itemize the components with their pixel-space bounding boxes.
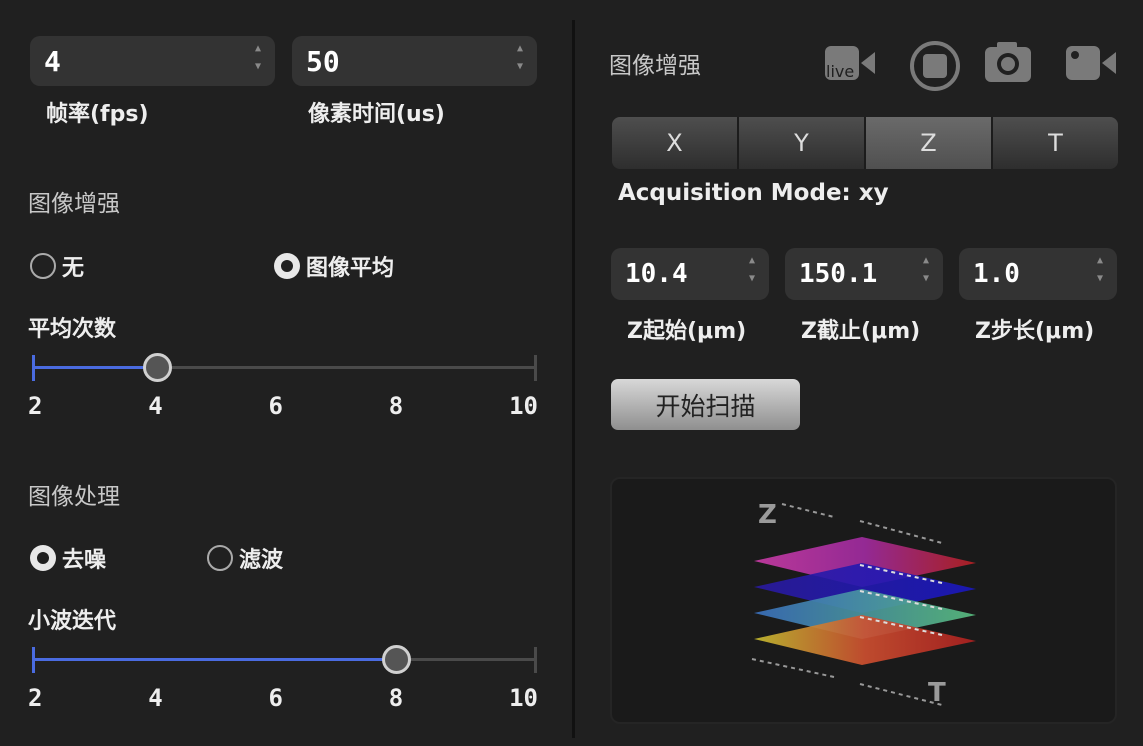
wavelet-iteration-ticks: 2 4 6 8 10 xyxy=(28,684,538,712)
frame-rate-spinbox[interactable]: 4 ▲ ▼ xyxy=(30,36,275,86)
pixel-time-value: 50 xyxy=(306,44,340,78)
average-count-ticks: 2 4 6 8 10 xyxy=(28,392,538,420)
z-start-label: Z起始(μm) xyxy=(627,319,747,344)
z-axis-label: Z xyxy=(758,500,777,530)
tick-label: 10 xyxy=(509,392,538,420)
slider-handle[interactable] xyxy=(382,645,411,674)
radio-circle[interactable] xyxy=(207,545,233,571)
tick-label: 2 xyxy=(28,392,43,420)
z-stack-diagram: Z T xyxy=(751,500,976,708)
radio-filter[interactable]: 滤波 xyxy=(207,542,283,574)
z-step-value: 1.0 xyxy=(973,259,1020,289)
slider-end-right xyxy=(534,647,537,673)
wavelet-iteration-slider[interactable] xyxy=(32,645,537,675)
frame-rate-value: 4 xyxy=(44,44,61,78)
start-scan-button[interactable]: 开始扫描 xyxy=(611,379,800,430)
up-arrow-icon[interactable]: ▲ xyxy=(255,44,261,54)
down-arrow-icon[interactable]: ▼ xyxy=(923,274,929,284)
average-count-slider[interactable] xyxy=(32,353,537,383)
radio-none-label: 无 xyxy=(62,256,85,281)
tick-label: 6 xyxy=(268,392,283,420)
slider-fill xyxy=(32,366,156,369)
tick-label: 10 xyxy=(509,684,538,712)
tab-z[interactable]: Z xyxy=(866,117,993,169)
pixel-time-label: 像素时间(us) xyxy=(308,102,445,127)
slider-handle[interactable] xyxy=(143,353,172,382)
live-text: live xyxy=(826,62,854,81)
down-arrow-icon[interactable]: ▼ xyxy=(749,274,755,284)
radio-denoise[interactable]: 去噪 xyxy=(30,542,106,574)
stack-layer xyxy=(754,615,976,665)
z-step-label: Z步长(μm) xyxy=(975,319,1095,344)
radio-circle-selected[interactable] xyxy=(30,545,56,571)
tick-label: 8 xyxy=(388,392,404,420)
z-step-spinbox[interactable]: 1.0 ▲ ▼ xyxy=(959,248,1117,300)
live-camera-icon[interactable]: live xyxy=(823,44,877,82)
tick-label: 8 xyxy=(388,684,404,712)
down-arrow-icon[interactable]: ▼ xyxy=(255,62,261,72)
frame-rate-label: 帧率(fps) xyxy=(46,102,149,127)
spin-arrows[interactable]: ▲ ▼ xyxy=(255,44,261,72)
spin-arrows[interactable]: ▲ ▼ xyxy=(923,256,929,284)
video-camera-icon[interactable] xyxy=(1064,44,1118,82)
radio-denoise-label: 去噪 xyxy=(62,548,107,573)
tab-x[interactable]: X xyxy=(612,117,739,169)
up-arrow-icon[interactable]: ▲ xyxy=(517,44,523,54)
tick-label: 2 xyxy=(28,684,43,712)
up-arrow-icon[interactable]: ▲ xyxy=(749,256,755,266)
down-arrow-icon[interactable]: ▼ xyxy=(1097,274,1103,284)
tick-label: 4 xyxy=(148,684,163,712)
z-end-spinbox[interactable]: 150.1 ▲ ▼ xyxy=(785,248,943,300)
up-arrow-icon[interactable]: ▲ xyxy=(1097,256,1103,266)
spin-arrows[interactable]: ▲ ▼ xyxy=(517,44,523,72)
enhance-section-title: 图像增强 xyxy=(28,191,120,217)
tick-label: 6 xyxy=(268,684,283,712)
process-section-title: 图像处理 xyxy=(28,484,120,510)
t-axis-label: T xyxy=(928,678,946,708)
wavelet-iteration-label: 小波迭代 xyxy=(28,609,117,634)
z-start-value: 10.4 xyxy=(625,259,688,289)
tab-y[interactable]: Y xyxy=(739,117,866,169)
slider-end-right xyxy=(534,355,537,381)
camera-icon[interactable] xyxy=(983,40,1033,84)
spin-arrows[interactable]: ▲ ▼ xyxy=(749,256,755,284)
radio-circle[interactable] xyxy=(30,253,56,279)
average-count-label: 平均次数 xyxy=(28,317,117,342)
radio-image-average[interactable]: 图像平均 xyxy=(274,250,394,282)
z-end-label: Z截止(μm) xyxy=(801,319,921,344)
stop-icon[interactable] xyxy=(908,40,962,92)
radio-image-average-label: 图像平均 xyxy=(306,256,395,281)
up-arrow-icon[interactable]: ▲ xyxy=(923,256,929,266)
slider-end-left xyxy=(32,355,35,381)
slider-fill xyxy=(32,658,395,661)
pixel-time-spinbox[interactable]: 50 ▲ ▼ xyxy=(292,36,537,86)
z-stack-preview: Z T xyxy=(610,477,1117,724)
slider-end-left xyxy=(32,647,35,673)
radio-none[interactable]: 无 xyxy=(30,250,84,282)
acquisition-mode-text: Acquisition Mode: xy xyxy=(618,180,889,206)
z-start-spinbox[interactable]: 10.4 ▲ ▼ xyxy=(611,248,769,300)
radio-circle-selected[interactable] xyxy=(274,253,300,279)
radio-filter-label: 滤波 xyxy=(239,548,284,573)
panel-divider xyxy=(572,20,575,738)
spin-arrows[interactable]: ▲ ▼ xyxy=(1097,256,1103,284)
tick-label: 4 xyxy=(148,392,163,420)
down-arrow-icon[interactable]: ▼ xyxy=(517,62,523,72)
right-panel-title: 图像增强 xyxy=(609,53,701,79)
tab-t[interactable]: T xyxy=(993,117,1118,169)
axis-tabs: X Y Z T xyxy=(612,117,1118,169)
z-end-value: 150.1 xyxy=(799,259,878,289)
